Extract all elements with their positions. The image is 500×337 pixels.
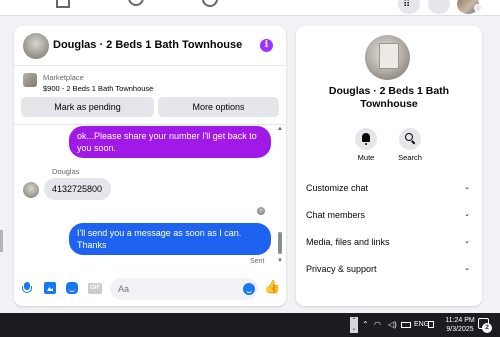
microphone-icon[interactable] — [21, 282, 33, 294]
mark-as-pending-button[interactable]: Mark as pending — [21, 97, 154, 117]
mute-button[interactable]: Mute — [346, 128, 386, 162]
listing-photo[interactable] — [365, 35, 410, 80]
info-icon[interactable]: i — [260, 39, 273, 52]
listing-avatar[interactable] — [23, 33, 49, 59]
scrollbar-thumb[interactable] — [278, 232, 282, 254]
listing-summary[interactable]: $900 - 2 Beds 1 Bath Townhouse — [43, 84, 153, 93]
chevron-down-icon: ⌄ — [464, 184, 470, 191]
sticker-icon[interactable] — [66, 282, 78, 294]
outgoing-message[interactable]: ok...Please share your number I'll get b… — [69, 126, 271, 158]
message-status: Sent — [250, 258, 265, 265]
section-chat-members[interactable]: Chat members ⌄ — [306, 207, 472, 223]
search-label: Search — [398, 153, 422, 162]
message-input[interactable] — [118, 282, 228, 296]
grid-menu-icon: ⠿ — [403, 0, 410, 10]
menu-button[interactable]: ⠿ — [398, 0, 420, 14]
bell-icon — [362, 133, 370, 145]
image-icon[interactable] — [44, 282, 56, 294]
marketplace-label: Marketplace — [43, 73, 84, 82]
tray-overflow-icon[interactable]: ⌃ — [362, 320, 369, 329]
system-clock[interactable]: 11:24 PM 9/3/2025 — [443, 316, 477, 334]
messenger-button[interactable] — [428, 0, 450, 14]
chat-header: Douglas · 2 Beds 1 Bath Townhouse i — [14, 26, 286, 66]
mute-label: Mute — [357, 153, 375, 162]
listing-thumbnail[interactable] — [23, 73, 37, 87]
search-icon — [405, 133, 413, 141]
clock-date: 9/3/2025 — [446, 326, 474, 333]
show-hidden-icons-button[interactable]: ⌃ ⌄ — [350, 317, 358, 333]
notification-count-badge: 2 — [482, 323, 492, 333]
chevron-down-icon: ⌄ — [464, 238, 470, 245]
section-customize-chat[interactable]: Customize chat ⌄ — [306, 180, 472, 196]
conversation-info-panel: Douglas · 2 Beds 1 Bath Townhouse Mute S… — [296, 26, 482, 306]
network-icon[interactable] — [428, 321, 434, 328]
account-chevron-icon[interactable] — [474, 4, 482, 12]
top-nav: ⠿ — [0, 0, 500, 16]
marketplace-banner: Marketplace $900 - 2 Beds 1 Bath Townhou… — [14, 67, 286, 123]
scroll-down-arrow-icon[interactable]: ▼ — [277, 258, 283, 264]
friends-icon[interactable] — [128, 0, 144, 6]
section-media-files-links[interactable]: Media, files and links ⌄ — [306, 234, 472, 250]
scroll-up-arrow-icon[interactable]: ▲ — [277, 126, 283, 132]
message-composer: GIF 👍 — [14, 272, 286, 306]
incoming-message[interactable]: 4132725800 — [44, 178, 111, 200]
message-scrollbar[interactable]: ▲ ▼ — [277, 126, 283, 268]
volume-icon[interactable]: ◁) — [388, 320, 397, 329]
gaming-icon[interactable] — [202, 0, 218, 7]
sender-avatar[interactable] — [23, 182, 39, 198]
more-options-button[interactable]: More options — [158, 97, 279, 117]
thumbs-up-icon[interactable]: 👍 — [264, 280, 280, 294]
home-icon[interactable] — [56, 0, 70, 8]
taskbar: ⌃ ⌄ ⌃ ◠ ◁) ENG 11:24 PM 9/3/2025 2 — [0, 313, 500, 337]
search-button[interactable]: Search — [390, 128, 430, 162]
battery-icon[interactable] — [401, 322, 411, 328]
chat-title[interactable]: Douglas · 2 Beds 1 Bath Townhouse — [53, 39, 242, 51]
chevron-down-icon: ⌄ — [464, 265, 470, 272]
clock-time: 11:24 PM — [445, 317, 475, 324]
chat-panel: Douglas · 2 Beds 1 Bath Townhouse i Mark… — [14, 26, 286, 306]
seen-indicator-avatar — [257, 207, 265, 215]
section-label: Customize chat — [306, 183, 369, 193]
gif-icon[interactable]: GIF — [88, 283, 102, 294]
message-list: ok...Please share your number I'll get b… — [14, 124, 286, 270]
conversation-title: Douglas · 2 Beds 1 Bath Townhouse — [328, 85, 450, 110]
side-edge-tab[interactable] — [0, 230, 3, 252]
sender-name: Douglas — [52, 167, 80, 176]
input-language[interactable]: ENG — [414, 321, 429, 328]
section-privacy-support[interactable]: Privacy & support ⌄ — [306, 261, 472, 277]
emoji-icon[interactable] — [243, 283, 255, 295]
section-label: Chat members — [306, 210, 366, 220]
section-label: Privacy & support — [306, 264, 377, 274]
chevron-down-icon: ⌄ — [464, 211, 470, 218]
section-label: Media, files and links — [306, 237, 390, 247]
outgoing-message[interactable]: I'll send you a message as soon as I can… — [69, 223, 271, 255]
message-input-box[interactable] — [110, 278, 258, 300]
wifi-icon[interactable]: ◠ — [374, 320, 381, 329]
